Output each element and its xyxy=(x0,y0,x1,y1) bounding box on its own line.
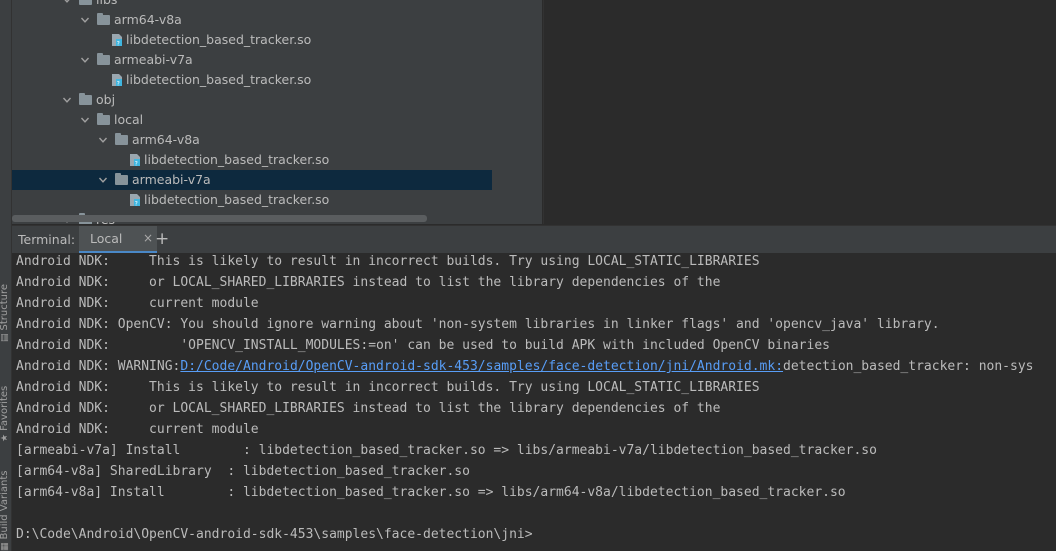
tree-file-row[interactable]: ? libdetection_based_tracker.so xyxy=(12,190,492,210)
tab-local-label: Local xyxy=(90,231,123,246)
svg-text:?: ? xyxy=(135,160,138,167)
add-terminal-tab-button[interactable]: + xyxy=(155,226,169,252)
chevron-down-icon[interactable] xyxy=(80,15,90,25)
folder-icon xyxy=(97,13,110,25)
tree-item-label: libdetection_based_tracker.so xyxy=(126,72,312,87)
terminal-line: D:\Code\Android\OpenCV-android-sdk-453\s… xyxy=(16,527,533,542)
tree-item-label: libs xyxy=(96,0,117,7)
tree-horizontal-scrollbar[interactable] xyxy=(12,215,427,222)
star-icon: ★ xyxy=(0,433,10,442)
favorites-tab[interactable]: ★ Favorites xyxy=(0,386,10,442)
folder-icon xyxy=(97,53,110,65)
unknown-file-icon: ? xyxy=(111,33,123,47)
folder-icon xyxy=(115,133,128,145)
terminal-line: [arm64-v8a] Install : libdetection_based… xyxy=(16,485,846,500)
terminal-line: Android NDK: WARNING:D:/Code/Android/Ope… xyxy=(16,356,1033,377)
unknown-file-icon: ? xyxy=(129,193,141,207)
tree-item-label: obj xyxy=(96,92,116,107)
tree-folder-row[interactable]: local xyxy=(12,110,492,130)
structure-tab[interactable]: ▤ Structure xyxy=(0,284,10,342)
tree-item-label: local xyxy=(114,112,144,127)
tree-folder-row[interactable]: obj xyxy=(12,90,492,110)
folder-icon xyxy=(79,93,92,105)
structure-icon: ▤ xyxy=(0,333,10,342)
folder-icon xyxy=(97,113,110,125)
terminal-line: Android NDK: This is likely to result in… xyxy=(16,380,760,395)
svg-text:?: ? xyxy=(117,40,120,47)
structure-tab-label: Structure xyxy=(0,283,10,331)
build-variants-tab[interactable]: ▦ Build Variants xyxy=(0,471,10,551)
tree-folder-row[interactable]: arm64-v8a xyxy=(12,10,492,30)
file-path-link[interactable]: D:/Code/Android/OpenCV-android-sdk-453/s… xyxy=(180,359,783,374)
chevron-down-icon[interactable] xyxy=(80,115,90,125)
terminal-line-text: Android NDK: WARNING: xyxy=(16,359,181,374)
terminal-line: Android NDK: or LOCAL_SHARED_LIBRARIES i… xyxy=(16,275,721,290)
chevron-down-icon[interactable] xyxy=(98,135,108,145)
tree-folder-row[interactable]: armeabi-v7a xyxy=(12,50,492,70)
terminal-line: [armeabi-v7a] Install : libdetection_bas… xyxy=(16,443,877,458)
folder-icon xyxy=(79,0,92,5)
close-tab-icon[interactable]: × xyxy=(143,226,153,251)
terminal-line: Android NDK: OpenCV: You should ignore w… xyxy=(16,317,940,332)
tree-item-label: arm64-v8a xyxy=(132,132,200,147)
svg-text:?: ? xyxy=(117,80,120,87)
tab-local[interactable]: Local × xyxy=(79,226,157,253)
terminal-header: Terminal: Local × + xyxy=(12,225,1056,254)
tree-item-label: armeabi-v7a xyxy=(132,172,211,187)
tree-folder-row[interactable]: arm64-v8a xyxy=(12,130,492,150)
tree-item-label: arm64-v8a xyxy=(114,12,182,27)
editor-area xyxy=(543,0,1056,224)
chevron-down-icon[interactable] xyxy=(62,95,72,105)
chevron-down-icon[interactable] xyxy=(98,175,108,185)
build-variants-icon: ▦ xyxy=(0,542,10,551)
terminal-line: Android NDK: or LOCAL_SHARED_LIBRARIES i… xyxy=(16,401,721,416)
tree-item-label: libdetection_based_tracker.so xyxy=(126,32,312,47)
terminal-title: Terminal: xyxy=(18,232,76,247)
tree-folder-row[interactable]: libs xyxy=(12,0,492,10)
folder-icon xyxy=(115,173,128,185)
terminal-line: Android NDK: current module xyxy=(16,422,259,437)
terminal-line: Android NDK: 'OPENCV_INSTALL_MODULES:=on… xyxy=(16,338,830,353)
tree-item-label: libdetection_based_tracker.so xyxy=(144,192,330,207)
favorites-tab-label: Favorites xyxy=(0,385,10,431)
build-variants-tab-label: Build Variants xyxy=(0,470,10,540)
terminal-line: Android NDK: current module xyxy=(16,296,259,311)
tree-file-row[interactable]: ? libdetection_based_tracker.so xyxy=(12,150,492,170)
svg-text:?: ? xyxy=(135,200,138,207)
terminal-line: [arm64-v8a] SharedLibrary : libdetection… xyxy=(16,464,470,479)
unknown-file-icon: ? xyxy=(129,153,141,167)
terminal-line: Android NDK: This is likely to result in… xyxy=(16,254,760,269)
project-tree: libs arm64-v8a? libdetection_based_tracker… xyxy=(12,0,492,224)
chevron-down-icon[interactable] xyxy=(62,0,72,5)
tree-item-label: libdetection_based_tracker.so xyxy=(144,152,330,167)
tree-file-row[interactable]: ? libdetection_based_tracker.so xyxy=(12,30,492,50)
project-tree-filler xyxy=(492,0,542,224)
tree-file-row[interactable]: ? libdetection_based_tracker.so xyxy=(12,70,492,90)
unknown-file-icon: ? xyxy=(111,73,123,87)
tree-folder-row[interactable]: armeabi-v7a xyxy=(12,170,492,190)
tree-item-label: armeabi-v7a xyxy=(114,52,193,67)
terminal-output[interactable]: Android NDK: This is likely to result in… xyxy=(12,253,1056,551)
chevron-down-icon[interactable] xyxy=(80,55,90,65)
terminal-line-rest: detection_based_tracker: non-sys xyxy=(783,359,1034,374)
tool-window-strip: ▤ Structure ★ Favorites ▦ Build Variants xyxy=(0,0,12,551)
